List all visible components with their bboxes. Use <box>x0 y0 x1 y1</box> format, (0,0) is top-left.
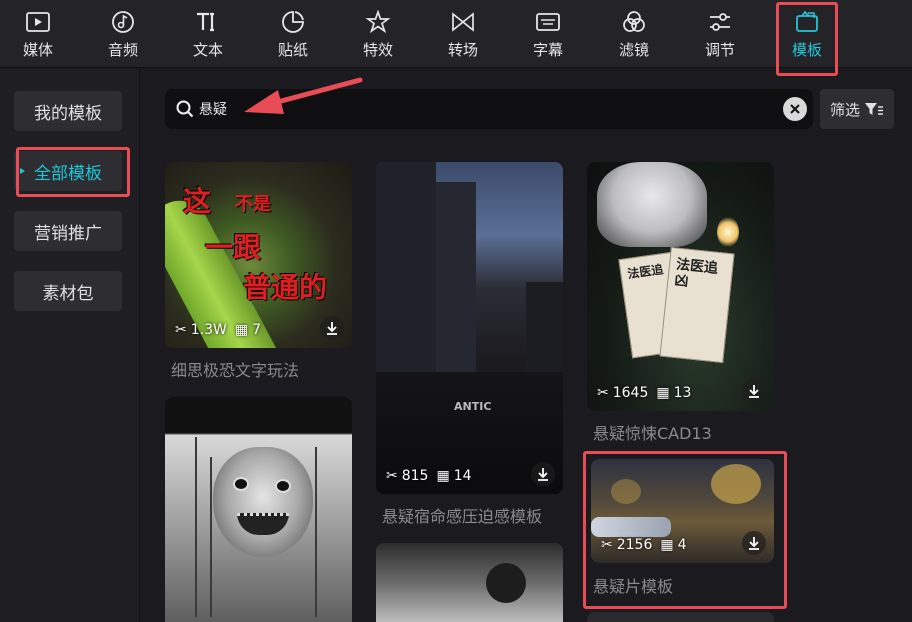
thumbnail-image <box>436 182 476 382</box>
search-value: 悬疑 <box>199 102 227 118</box>
effects-icon <box>363 8 393 36</box>
tool-filter[interactable]: 滤镜 <box>594 0 674 68</box>
template-card[interactable]: 这 不是 一跟 普通的 ✂ 1.3W ▦ 7 <box>165 162 352 348</box>
card-stats: ✂ 815 ▦ 14 <box>386 468 472 484</box>
tool-label: 转场 <box>447 41 478 59</box>
use-count: 1.3W <box>190 322 227 338</box>
tool-effects[interactable]: 特效 <box>338 0 418 68</box>
thumbnail-text: 法医追 <box>626 262 665 282</box>
download-button[interactable] <box>320 316 344 340</box>
sidebar-item-material-pack[interactable]: 素材包 <box>14 271 122 311</box>
thumbnail-image <box>237 513 289 535</box>
card-title: 细思极恐文字玩法 <box>171 361 300 380</box>
tool-label: 特效 <box>362 41 393 59</box>
subtitle-icon <box>533 8 563 36</box>
top-toolbar: 媒体 音频 文本 贴纸 特效 转场 字幕 滤镜 调节 模板 <box>0 0 912 76</box>
thumbnail-text: 法医追凶 <box>673 256 719 290</box>
sidebar-item-label: 我的模板 <box>34 103 102 124</box>
text-icon <box>193 8 223 36</box>
tool-text[interactable]: 文本 <box>168 0 248 68</box>
clips-icon: ▦ <box>656 385 670 401</box>
thumbnail-text: 一跟 <box>205 231 262 264</box>
thumbnail-text: ANTIC <box>454 400 492 413</box>
thumbnail-text: 不是 <box>235 194 271 215</box>
template-card[interactable] <box>587 612 774 622</box>
tool-subtitle[interactable]: 字幕 <box>508 0 588 68</box>
transition-icon <box>448 8 478 36</box>
use-count: 1645 <box>612 385 649 401</box>
highlight-box <box>16 147 130 197</box>
clips-icon: ▦ <box>436 468 450 484</box>
sidebar-item-marketing[interactable]: 营销推广 <box>14 211 122 251</box>
download-button[interactable] <box>531 462 555 486</box>
highlight-box <box>776 2 838 76</box>
clip-count: 13 <box>673 385 692 401</box>
card-title: 悬疑惊悚CAD13 <box>593 424 712 443</box>
tool-label: 媒体 <box>22 41 53 59</box>
scissors-icon: ✂ <box>386 468 398 484</box>
thumbnail-image <box>486 563 526 603</box>
funnel-icon <box>865 103 883 115</box>
thumbnail-image <box>597 162 707 247</box>
audio-icon <box>108 8 138 36</box>
tool-label: 音频 <box>107 41 138 59</box>
card-stats: ✂ 1645 ▦ 13 <box>597 385 691 401</box>
thumbnail-image <box>376 162 436 392</box>
download-icon <box>538 468 548 481</box>
adjust-icon <box>705 8 735 36</box>
thumbnail-image <box>717 217 739 247</box>
thumbnail-text: 普通的 <box>243 271 328 304</box>
annotation-arrow-icon <box>244 77 363 114</box>
sidebar-item-label: 素材包 <box>42 283 94 304</box>
thumbnail-image <box>275 479 291 493</box>
thumbnail-image <box>213 447 313 557</box>
download-button[interactable] <box>742 379 766 403</box>
thumbnail-image <box>233 477 249 491</box>
clips-icon: ▦ <box>234 322 249 338</box>
thumbnail-text: 这 <box>183 185 212 218</box>
card-title: 悬疑宿命感压迫感模板 <box>382 507 543 526</box>
thumbnail-image <box>315 447 317 617</box>
template-card[interactable]: 法医追 法医追凶 ✂ 1645 ▦ 13 <box>587 162 774 411</box>
filter-button[interactable]: 筛选 <box>820 89 894 129</box>
clip-count: 7 <box>252 322 261 338</box>
media-icon <box>23 8 53 36</box>
sidebar-item-my-templates[interactable]: 我的模板 <box>14 91 122 131</box>
download-icon <box>327 322 337 335</box>
filter-icon <box>619 8 649 36</box>
clear-search-button[interactable] <box>783 97 807 121</box>
card-stats: ✂ 1.3W ▦ 7 <box>175 322 261 338</box>
sidebar-item-label: 营销推广 <box>34 223 102 244</box>
tool-adjust[interactable]: 调节 <box>680 0 760 68</box>
highlight-box <box>583 451 787 609</box>
search-icon <box>176 100 194 118</box>
template-card[interactable] <box>376 543 563 622</box>
template-card[interactable]: ANTIC ✂ 815 ▦ 14 <box>376 162 563 494</box>
close-icon <box>790 104 800 114</box>
tool-label: 调节 <box>704 41 735 59</box>
scissors-icon: ✂ <box>597 385 609 401</box>
thumbnail-image <box>210 457 212 617</box>
scissors-icon: ✂ <box>175 322 187 338</box>
filter-label: 筛选 <box>829 100 860 119</box>
thumbnail-image <box>195 437 197 617</box>
template-card[interactable] <box>165 397 352 622</box>
tool-label: 字幕 <box>532 41 563 59</box>
tool-label: 文本 <box>192 41 223 59</box>
thumbnail-image: 法医追凶 <box>659 246 735 364</box>
tool-label: 贴纸 <box>277 41 308 59</box>
tool-transition[interactable]: 转场 <box>423 0 503 68</box>
tool-media[interactable]: 媒体 <box>0 0 78 68</box>
tool-sticker[interactable]: 贴纸 <box>253 0 333 68</box>
tool-label: 滤镜 <box>618 41 649 59</box>
download-icon <box>749 385 759 398</box>
tool-template[interactable]: 模板 <box>774 0 840 76</box>
tool-audio[interactable]: 音频 <box>83 0 163 68</box>
sticker-icon <box>278 8 308 36</box>
clip-count: 14 <box>453 468 472 484</box>
use-count: 815 <box>401 468 429 484</box>
